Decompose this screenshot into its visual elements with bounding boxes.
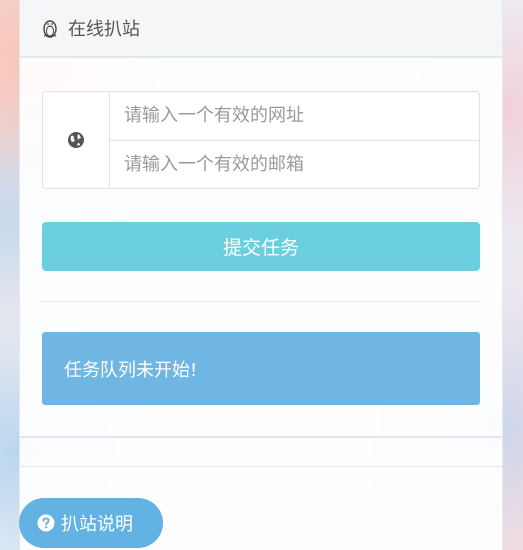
penguin-icon (43, 20, 57, 38)
status-message: 任务队列未开始! (64, 359, 198, 381)
task-input-group (42, 91, 480, 189)
panel-heading: 在线扒站 (20, 0, 502, 58)
url-input[interactable] (110, 92, 479, 140)
main-panel: 在线扒站 提交任务 任务队列未开始! (19, 0, 503, 550)
help-label: 扒站说明 (61, 514, 133, 535)
help-button[interactable]: 扒站说明 (19, 498, 163, 548)
divider (42, 301, 480, 302)
panel-title: 在线扒站 (68, 19, 140, 40)
panel-footer-divider (20, 436, 502, 438)
question-circle-icon (37, 514, 55, 532)
email-input[interactable] (110, 139, 479, 188)
globe-icon (68, 132, 84, 148)
input-fields (110, 92, 479, 188)
submit-task-button[interactable]: 提交任务 (42, 222, 480, 271)
submit-task-label: 提交任务 (222, 237, 299, 259)
status-box: 任务队列未开始! (42, 332, 480, 405)
panel-footer-divider-secondary (20, 466, 502, 467)
input-addon (43, 92, 110, 188)
